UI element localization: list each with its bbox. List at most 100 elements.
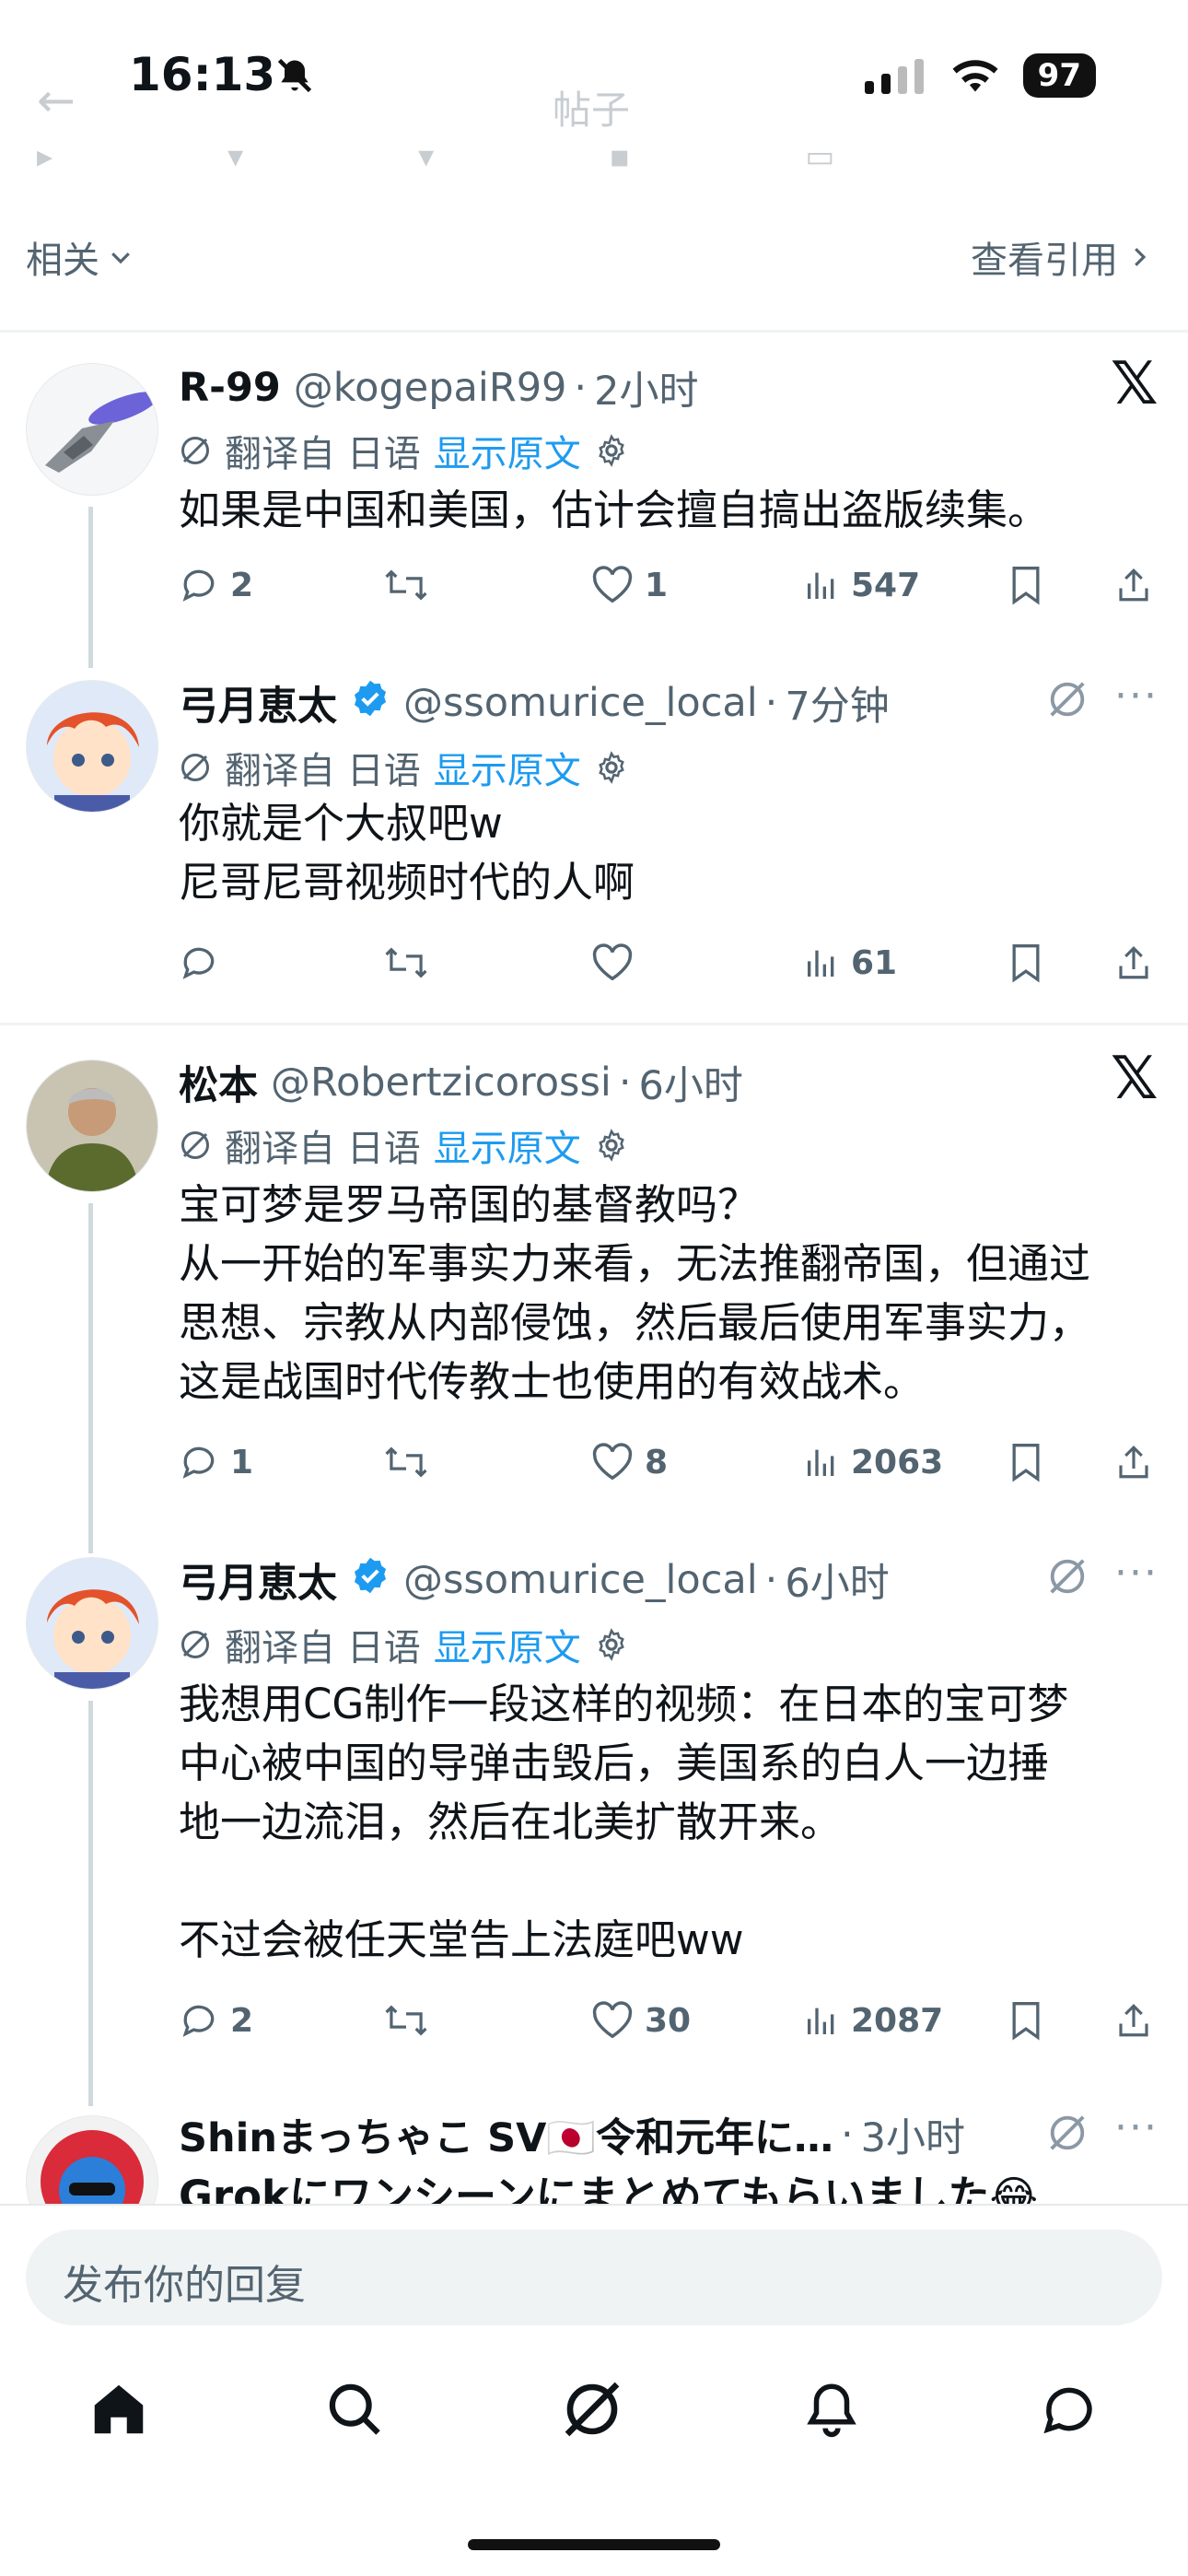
views-button[interactable]: 547 — [803, 567, 920, 604]
retweet-icon — [385, 1446, 427, 1478]
avatar[interactable] — [26, 680, 158, 813]
like-button[interactable]: 8 — [591, 1442, 668, 1482]
bookmark-button[interactable] — [1007, 565, 1044, 605]
share-button[interactable] — [1114, 943, 1153, 983]
more-options-icon[interactable]: ··· — [1114, 2104, 1159, 2151]
bookmark-icon — [1012, 2002, 1040, 2041]
translation-label: 翻译自 日语 — [225, 433, 421, 475]
user-name[interactable]: R-99 — [179, 365, 281, 411]
heart-icon — [592, 2001, 633, 2039]
user-handle[interactable]: @ssomurice_local — [403, 680, 758, 726]
reply-count: 2 — [230, 566, 254, 604]
share-icon — [1119, 1446, 1148, 1479]
show-original-link[interactable]: 显示原文 — [434, 1618, 581, 1671]
reply-button[interactable]: 1 — [179, 1442, 253, 1482]
user-name[interactable]: 弓月恵太 — [179, 674, 337, 732]
bookmark-icon — [1012, 567, 1040, 605]
user-handle[interactable]: @kogepaiR99 — [294, 365, 567, 411]
user-handle[interactable]: @ssomurice_local — [403, 1557, 758, 1603]
reply-button[interactable]: 2 — [179, 2000, 253, 2041]
share-icon — [1119, 568, 1148, 602]
tab-notifications[interactable] — [790, 2368, 873, 2451]
grok-icon — [181, 1631, 209, 1658]
retweet-icon — [385, 569, 427, 601]
more-options-icon[interactable]: ··· — [1114, 1550, 1159, 1597]
share-button[interactable] — [1114, 2000, 1153, 2041]
reply-input[interactable]: 发布你的回复 — [26, 2230, 1162, 2325]
views-count: 2063 — [851, 1443, 944, 1481]
user-handle[interactable]: @Robertzicorossi — [271, 1060, 611, 1106]
translation-row: 翻译自 日语 显示原文 — [179, 1118, 629, 1172]
user-name[interactable]: Shinまっちゃこ SV🇯🇵令和元年に… — [179, 2106, 833, 2163]
avatar[interactable] — [26, 363, 158, 496]
back-arrow-icon[interactable]: ← — [37, 74, 76, 127]
reply-button[interactable]: 2 — [179, 565, 253, 605]
user-name[interactable]: 弓月恵太 — [179, 1551, 337, 1609]
show-original-link[interactable]: 显示原文 — [434, 741, 581, 794]
avatar[interactable] — [26, 1060, 158, 1192]
avatar[interactable] — [26, 1557, 158, 1690]
tab-messages[interactable] — [1028, 2368, 1111, 2451]
share-button[interactable] — [1114, 1442, 1153, 1482]
reply-button[interactable] — [179, 943, 230, 983]
reply-icon — [182, 569, 215, 602]
chat-bubble-icon — [1043, 2387, 1092, 2434]
views-button[interactable]: 2087 — [803, 2002, 943, 2040]
translation-label: 翻译自 日语 — [225, 750, 421, 792]
retweet-icon — [385, 947, 427, 978]
tweet-header: R-99 @kogepaiR99 · 2小时 — [179, 359, 698, 416]
divider — [0, 1023, 1188, 1025]
tab-search[interactable] — [313, 2368, 396, 2451]
grok-icon[interactable] — [1046, 678, 1089, 720]
bookmark-button[interactable] — [1007, 1442, 1044, 1482]
bookmark-button[interactable] — [1007, 2000, 1044, 2041]
home-icon — [94, 2384, 144, 2434]
views-button[interactable]: 61 — [803, 944, 897, 982]
reply-icon — [182, 1446, 215, 1479]
translation-label: 翻译自 日语 — [225, 1128, 421, 1170]
related-bar: 相关 查看引用 — [0, 230, 1188, 332]
retweet-button[interactable] — [383, 2000, 429, 2041]
view-quotes-link[interactable]: 查看引用 — [971, 230, 1153, 284]
bookmark-button[interactable] — [1007, 943, 1044, 983]
gear-icon[interactable] — [594, 433, 629, 468]
tweet-time[interactable]: 6小时 — [785, 1551, 889, 1609]
verified-badge-icon — [350, 678, 390, 729]
like-button[interactable]: 30 — [591, 2000, 691, 2041]
retweet-button[interactable] — [383, 1442, 429, 1482]
thread-line — [88, 1701, 93, 2106]
show-original-link[interactable]: 显示原文 — [434, 424, 581, 477]
gear-icon[interactable] — [594, 1627, 629, 1662]
tweet-text: 如果是中国和美国，估计会擅自搞出盗版续集。 — [179, 486, 1050, 534]
wifi-icon — [952, 60, 998, 92]
tweet-text: 宝可梦是罗马帝国的基督教吗？ 从一开始的军事实力来看，无法推翻帝国，但通过 思想… — [179, 1180, 1091, 1406]
avatar[interactable] — [26, 2115, 158, 2204]
show-original-link[interactable]: 显示原文 — [434, 1118, 581, 1172]
user-name[interactable]: 松本 — [179, 1054, 258, 1111]
tweet-time[interactable]: 3小时 — [861, 2106, 965, 2163]
like-button[interactable]: 1 — [591, 565, 668, 605]
reply-count: 2 — [230, 2001, 254, 2040]
heart-icon — [592, 943, 633, 981]
tab-grok[interactable] — [551, 2368, 634, 2451]
gear-icon[interactable] — [594, 1128, 629, 1163]
views-button[interactable]: 2063 — [803, 1444, 943, 1481]
reply-placeholder: 发布你的回复 — [63, 2262, 306, 2309]
bookmark-icon — [1012, 944, 1040, 983]
tweet-actions: 61 — [179, 940, 1164, 986]
tweet-time[interactable]: 2小时 — [594, 359, 698, 416]
like-button[interactable] — [591, 943, 645, 983]
tab-home[interactable] — [77, 2368, 160, 2451]
grok-icon[interactable] — [1046, 2112, 1089, 2154]
share-button[interactable] — [1114, 565, 1153, 605]
retweet-button[interactable] — [383, 565, 429, 605]
more-options-icon[interactable]: ··· — [1114, 673, 1159, 720]
related-dropdown[interactable]: 相关 — [26, 230, 134, 284]
views-chart-icon — [808, 950, 834, 977]
views-count: 547 — [851, 566, 921, 604]
gear-icon[interactable] — [594, 750, 629, 785]
retweet-button[interactable] — [383, 943, 429, 983]
grok-icon[interactable] — [1046, 1555, 1089, 1598]
tweet-time[interactable]: 7分钟 — [785, 674, 889, 732]
tweet-time[interactable]: 6小时 — [638, 1054, 742, 1111]
